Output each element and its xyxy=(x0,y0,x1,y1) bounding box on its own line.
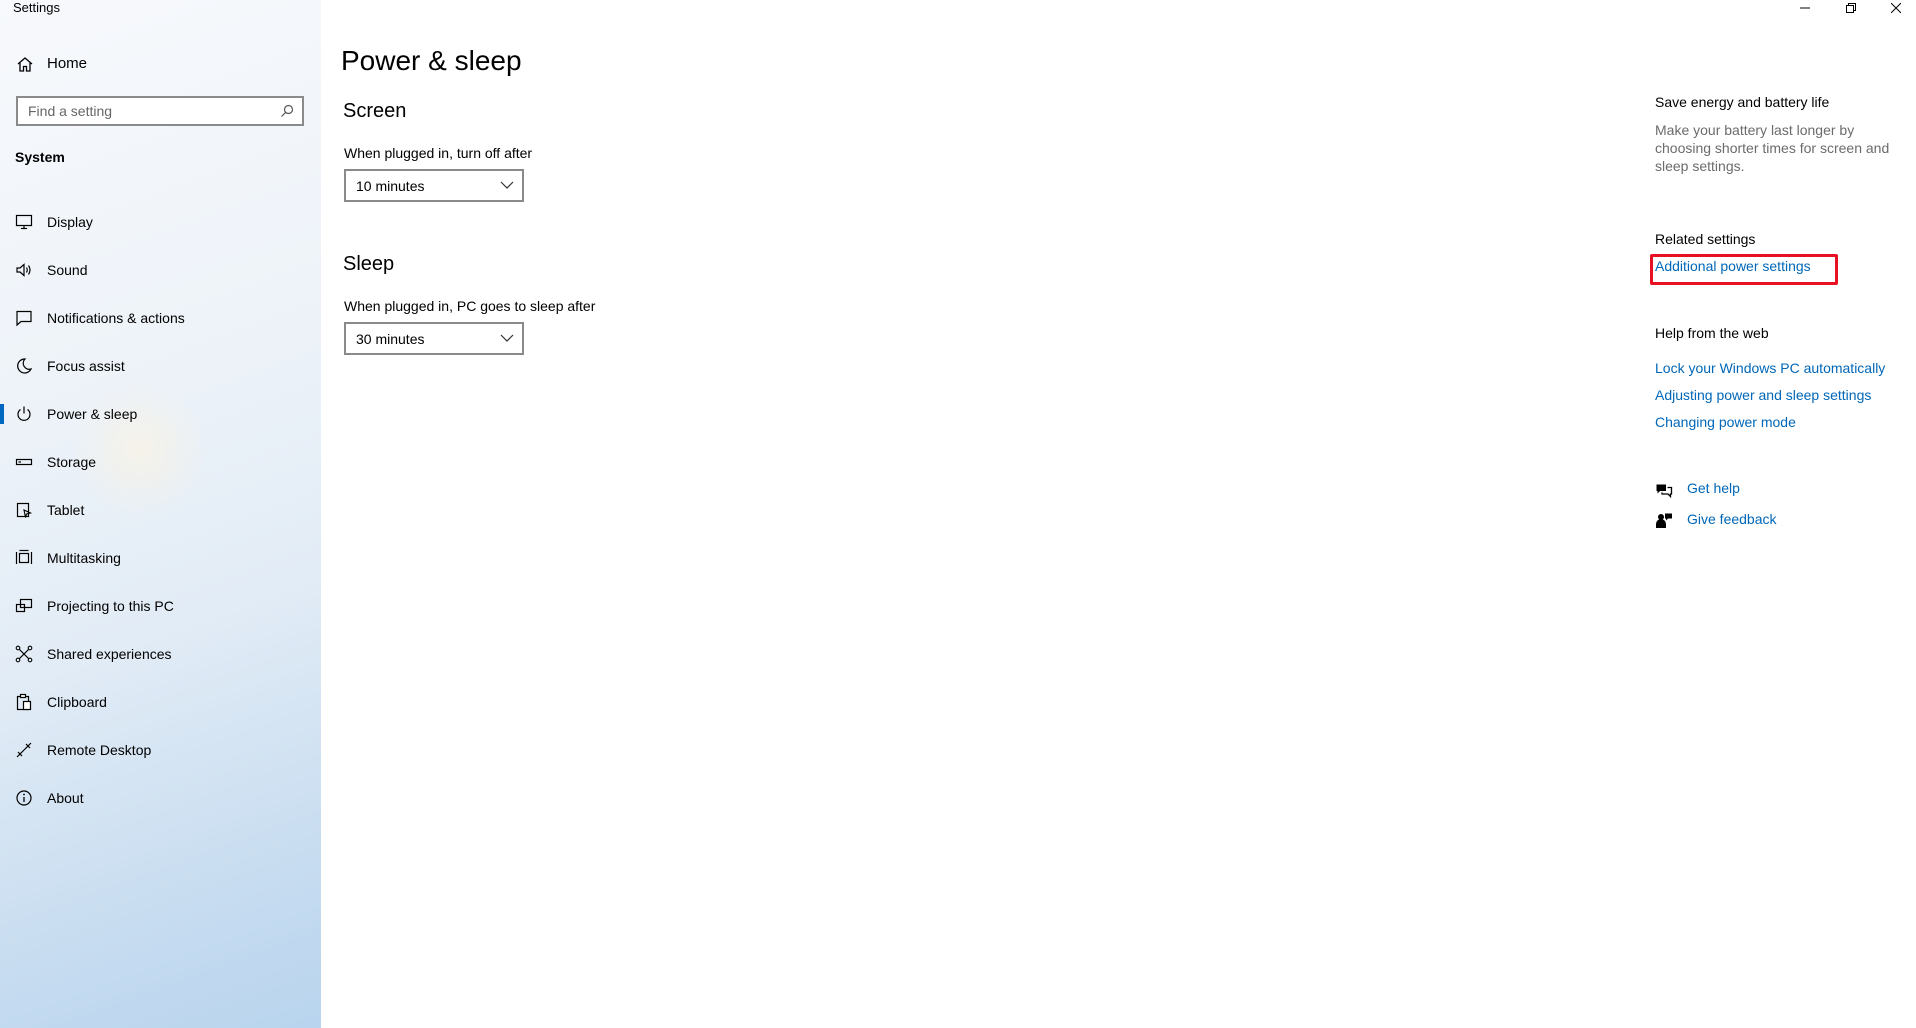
sleep-heading: Sleep xyxy=(343,253,395,275)
sidebar-item-remote-desktop[interactable]: Remote Desktop xyxy=(0,726,321,774)
info-icon xyxy=(16,790,32,806)
sidebar-item-sound[interactable]: Sound xyxy=(0,246,321,294)
sidebar-item-shared-experiences[interactable]: Shared experiences xyxy=(0,630,321,678)
home-icon xyxy=(17,57,33,72)
home-label: Home xyxy=(47,55,88,72)
get-help-link[interactable]: Get help xyxy=(1687,480,1740,496)
sidebar-item-label: Multitasking xyxy=(47,550,121,566)
get-help-icon xyxy=(1656,484,1673,499)
search-input[interactable] xyxy=(18,98,268,124)
give-feedback-link[interactable]: Give feedback xyxy=(1687,511,1777,527)
sidebar-item-label: Notifications & actions xyxy=(47,310,185,326)
sleep-timeout-value: 30 minutes xyxy=(356,331,425,347)
storage-icon xyxy=(15,458,33,466)
help-link-lock-pc[interactable]: Lock your Windows PC automatically xyxy=(1655,360,1885,376)
sidebar-item-multitasking[interactable]: Multitasking xyxy=(0,534,321,582)
sidebar-item-power-sleep[interactable]: Power & sleep xyxy=(0,390,321,438)
sidebar-item-label: Power & sleep xyxy=(47,406,138,422)
chevron-down-icon xyxy=(500,181,514,189)
sidebar-item-label: About xyxy=(47,790,84,806)
screen-timeout-value: 10 minutes xyxy=(356,178,425,194)
screen-heading: Screen xyxy=(343,100,407,122)
sidebar-item-label: Shared experiences xyxy=(47,646,172,662)
display-icon xyxy=(15,214,33,230)
projecting-icon xyxy=(15,598,33,613)
highlight-box xyxy=(1650,254,1838,285)
screen-timeout-dropdown[interactable]: 10 minutes xyxy=(344,169,524,202)
help-from-web-title: Help from the web xyxy=(1655,325,1769,341)
sidebar-item-label: Focus assist xyxy=(47,358,125,374)
sidebar-item-label: Remote Desktop xyxy=(47,742,152,758)
help-link-adjusting-power[interactable]: Adjusting power and sleep settings xyxy=(1655,387,1871,403)
sidebar-item-label: Display xyxy=(47,214,93,230)
sidebar-item-storage[interactable]: Storage xyxy=(0,438,321,486)
power-icon xyxy=(17,406,31,421)
close-icon xyxy=(1891,3,1901,13)
search-icon[interactable] xyxy=(280,104,294,118)
sidebar-item-notifications[interactable]: Notifications & actions xyxy=(0,294,321,342)
sidebar-item-projecting[interactable]: Projecting to this PC xyxy=(0,582,321,630)
help-link-changing-power-mode[interactable]: Changing power mode xyxy=(1655,414,1796,430)
section-label-system: System xyxy=(15,149,65,165)
save-energy-description: Make your battery last longer by choosin… xyxy=(1655,122,1890,174)
page-title: Power & sleep xyxy=(341,45,522,76)
sleep-timeout-dropdown[interactable]: 30 minutes xyxy=(344,322,524,355)
sidebar-item-tablet[interactable]: Tablet xyxy=(0,486,321,534)
save-energy-title: Save energy and battery life xyxy=(1655,94,1830,110)
screen-timeout-label: When plugged in, turn off after xyxy=(344,145,533,161)
sidebar-item-label: Tablet xyxy=(47,502,85,518)
sound-icon xyxy=(16,263,31,277)
tablet-icon xyxy=(16,502,33,518)
feedback-icon xyxy=(1656,513,1672,528)
sidebar-item-about[interactable]: About xyxy=(0,774,321,822)
chevron-down-icon xyxy=(500,334,514,342)
related-settings-title: Related settings xyxy=(1655,231,1756,247)
sidebar-item-clipboard[interactable]: Clipboard xyxy=(0,678,321,726)
sidebar-item-label: Storage xyxy=(47,454,97,470)
restore-button[interactable] xyxy=(1831,0,1871,16)
close-button[interactable] xyxy=(1876,0,1916,16)
remote-desktop-icon xyxy=(16,742,32,758)
search-box xyxy=(16,96,304,126)
sidebar-item-label: Projecting to this PC xyxy=(47,598,174,614)
moon-icon xyxy=(17,358,33,374)
sidebar-item-focus-assist[interactable]: Focus assist xyxy=(0,342,321,390)
shared-icon xyxy=(15,645,33,663)
sidebar-item-label: Sound xyxy=(47,262,88,278)
title-bar: Settings xyxy=(0,0,1916,16)
settings-window: Settings Home System xyxy=(0,0,1916,1028)
minimize-button[interactable] xyxy=(1785,0,1825,16)
system-nav: Display Sound Notifications & actions Fo… xyxy=(0,198,321,822)
app-title: Settings xyxy=(13,0,60,15)
sidebar-item-label: Clipboard xyxy=(47,694,107,710)
home-nav-item[interactable]: Home xyxy=(0,50,321,78)
sidebar: Home System Display Sound Notifications … xyxy=(0,0,321,1028)
sleep-timeout-label: When plugged in, PC goes to sleep after xyxy=(344,298,596,314)
restore-icon xyxy=(1846,3,1856,13)
notifications-icon xyxy=(16,310,32,327)
multitasking-icon xyxy=(15,549,33,564)
minimize-icon xyxy=(1800,7,1810,9)
sidebar-item-display[interactable]: Display xyxy=(0,198,321,246)
clipboard-icon xyxy=(16,693,32,711)
